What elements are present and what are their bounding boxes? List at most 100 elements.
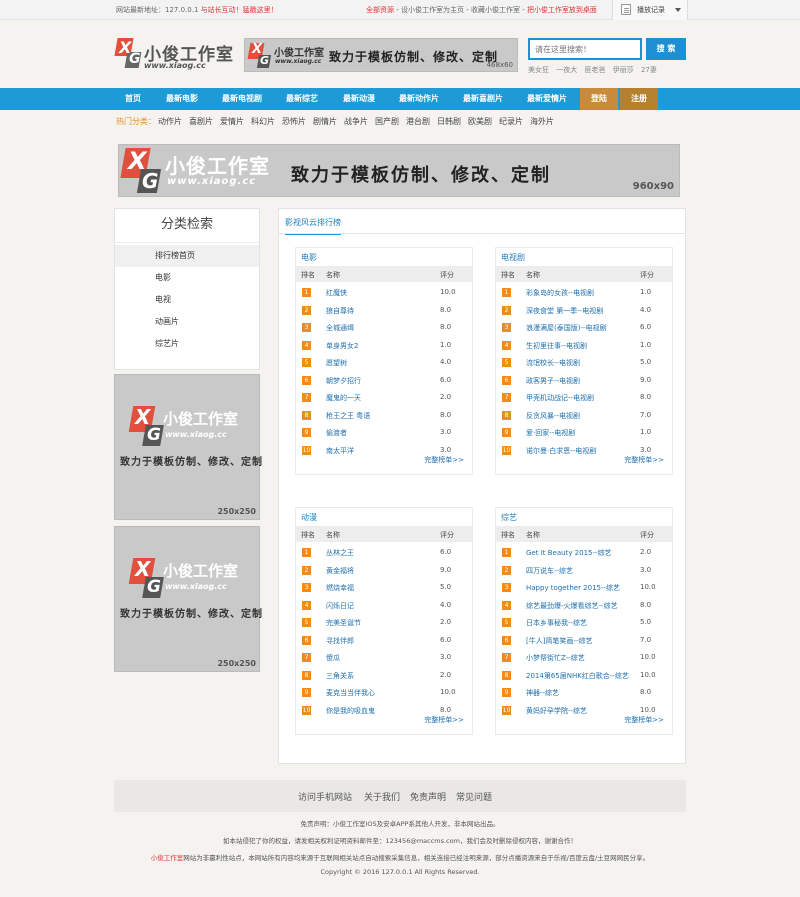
nav-item-movies[interactable]: 最新电影 (154, 88, 210, 110)
title-link[interactable]: 傻瓜 (326, 653, 340, 663)
title-link[interactable]: 生初里往事--电视剧 (526, 341, 587, 351)
sidebar-item-movies[interactable]: 电影 (115, 267, 259, 289)
sidebar-item-variety[interactable]: 综艺片 (115, 333, 259, 355)
title-link[interactable]: 燃烧幸福 (326, 583, 354, 593)
block-title[interactable]: 动漫 (301, 512, 317, 523)
footer-link-about[interactable]: 关于我们 (364, 790, 400, 803)
title-link[interactable]: 朝梦夕招行 (326, 376, 361, 386)
title-link[interactable]: 流氓校长--电视剧 (526, 358, 580, 368)
site-logo[interactable]: X G 小俊工作室 www.xiaog.cc (114, 38, 242, 72)
sidebar-item-rank-home[interactable]: 排行榜首页 (115, 245, 259, 267)
title-link[interactable]: 反贪风暴--电视剧 (526, 411, 580, 421)
set-home-link[interactable]: - 设小俊工作室为主页 - 收藏小俊工作室 - (394, 6, 527, 14)
title-link[interactable]: 彩象岛的女孩--电视剧 (526, 288, 594, 298)
title-link[interactable]: 南太平洋 (326, 446, 354, 456)
full-list-link[interactable]: 完整榜单>> (624, 455, 664, 465)
sidebar-item-anime[interactable]: 动画片 (115, 311, 259, 333)
title-link[interactable]: 三角关系 (326, 671, 354, 681)
all-resources-link[interactable]: 全部资源 (366, 6, 394, 14)
footer-link-mobile[interactable]: 访问手机网站 (298, 790, 352, 803)
title-link[interactable]: 红魔侠 (326, 288, 347, 298)
title-link[interactable]: 丛林之王 (326, 548, 354, 558)
category-link[interactable]: 海外片 (530, 117, 554, 126)
hot-word-link[interactable]: 美女狂 (528, 66, 549, 74)
title-link[interactable]: 愿望树 (326, 358, 347, 368)
full-list-link[interactable]: 完整榜单>> (424, 455, 464, 465)
register-button[interactable]: 注册 (620, 88, 658, 110)
nav-item-home[interactable]: 首页 (114, 88, 152, 110)
title-link[interactable]: 你是我的吸血鬼 (326, 706, 375, 716)
ad-size: 250x250 (217, 507, 256, 516)
title-link[interactable]: 魔鬼的一天 (326, 393, 361, 403)
category-link[interactable]: 战争片 (344, 117, 368, 126)
title-link[interactable]: 日本乡事秘我--综艺 (526, 618, 587, 628)
title-link[interactable]: 神器--综艺 (526, 688, 559, 698)
block-title[interactable]: 电视剧 (501, 252, 525, 263)
nav-item-anime[interactable]: 最新动漫 (332, 88, 386, 110)
title-link[interactable]: 诺尔曼·白求恩--电视剧 (526, 446, 596, 456)
title-link[interactable]: 狼自尊待 (326, 306, 354, 316)
category-link[interactable]: 动作片 (158, 117, 182, 126)
category-link[interactable]: 港台剧 (406, 117, 430, 126)
title-link[interactable]: 麦克当当伴我心 (326, 688, 375, 698)
search-input[interactable] (528, 38, 642, 60)
title-link[interactable]: Happy together 2015--综艺 (526, 583, 620, 593)
table-row: 4 生初里往事--电视剧 1.0 (496, 337, 672, 355)
history-dropdown[interactable]: 播放记录 (612, 0, 688, 20)
title-link[interactable]: 甲壳机动战记--电视剧 (526, 393, 594, 403)
nav-item-variety[interactable]: 最新综艺 (274, 88, 330, 110)
nav-item-romance[interactable]: 最新爱情片 (516, 88, 578, 110)
title-link[interactable]: Get It Beauty 2015--综艺 (526, 548, 612, 558)
title-link[interactable]: 偷渡者 (326, 428, 347, 438)
footer-link-faq[interactable]: 常见问题 (456, 790, 492, 803)
title-link[interactable]: 黄妈好孕学院--综艺 (526, 706, 587, 716)
category-link[interactable]: 恐怖片 (282, 117, 306, 126)
nav-item-tv[interactable]: 最新电视剧 (212, 88, 272, 110)
nav-item-comedy[interactable]: 最新喜剧片 (452, 88, 514, 110)
full-list-link[interactable]: 完整榜单>> (424, 715, 464, 725)
category-link[interactable]: 爱情片 (220, 117, 244, 126)
desktop-link[interactable]: 把小俊工作室放到桌面 (527, 6, 597, 14)
sidebar-ad[interactable]: X G 小俊工作室 www.xiaog.cc 致力于模板仿制、修改、定制 250… (114, 526, 262, 672)
title-link[interactable]: 完美圣诞节 (326, 618, 361, 628)
full-list-link[interactable]: 完整榜单>> (624, 715, 664, 725)
header-banner-ad[interactable]: X G 小俊工作室 www.xiaog.cc 致力于模板仿制、修改、定制 468… (244, 38, 518, 72)
title-link[interactable]: 综艺最劲爆-火爆看综艺--综艺 (526, 601, 618, 611)
sidebar-ad[interactable]: X G 小俊工作室 www.xiaog.cc 致力于模板仿制、修改、定制 250… (114, 374, 262, 520)
title-link[interactable]: [牛人]简笔笑画--综艺 (526, 636, 593, 646)
category-link[interactable]: 纪录片 (499, 117, 523, 126)
category-link[interactable]: 国产剧 (375, 117, 399, 126)
title-link[interactable]: 小梦帮街忙Z--综艺 (526, 653, 585, 663)
category-link[interactable]: 日韩剧 (437, 117, 461, 126)
title-link[interactable]: 浪漫满屋(泰国版)--电视剧 (526, 323, 607, 333)
title-link[interactable]: 四万说车--综艺 (526, 566, 573, 576)
title-link[interactable]: 寻找伴郎 (326, 636, 354, 646)
nav-item-action[interactable]: 最新动作片 (388, 88, 450, 110)
site-address-note-link[interactable]: 与站长互动！猛戳这里！ (198, 6, 278, 14)
title-link[interactable]: 枪王之王 粤语 (326, 411, 370, 421)
hot-word-link[interactable]: 一夜大 (556, 66, 577, 74)
hot-word-link[interactable]: 匪老爸 (584, 66, 605, 74)
title-link[interactable]: 黄金福将 (326, 566, 354, 576)
block-title[interactable]: 电影 (301, 252, 317, 263)
login-button[interactable]: 登陆 (580, 88, 618, 110)
title-link[interactable]: 全城通缉 (326, 323, 354, 333)
title-link[interactable]: 政客男子--电视剧 (526, 376, 580, 386)
hot-word-link[interactable]: 伊丽莎 (613, 66, 634, 74)
category-link[interactable]: 喜剧片 (189, 117, 213, 126)
block-title[interactable]: 综艺 (501, 512, 517, 523)
category-link[interactable]: 欧美剧 (468, 117, 492, 126)
sidebar-item-tv[interactable]: 电视 (115, 289, 259, 311)
title-link[interactable]: 爱·回家--电视剧 (526, 428, 575, 438)
category-link[interactable]: 科幻片 (251, 117, 275, 126)
title-link[interactable]: 闪烁日记 (326, 601, 354, 611)
title-link[interactable]: 单身男女2 (326, 341, 358, 351)
hot-word-link[interactable]: 27妻 (641, 66, 657, 74)
footer-link-disclaimer[interactable]: 免责声明 (410, 790, 446, 803)
title-link[interactable]: 2014第65届NHK红白歌合--综艺 (526, 671, 629, 681)
title-link[interactable]: 深夜食堂 第一季--电视剧 (526, 306, 603, 316)
category-link[interactable]: 剧情片 (313, 117, 337, 126)
table-row: 5 流氓校长--电视剧 5.0 (496, 354, 672, 372)
search-button[interactable]: 搜 索 (646, 38, 686, 60)
top-banner-ad[interactable]: X G 小俊工作室 www.xiaog.cc 致力于模板仿制、修改、定制 960… (118, 144, 680, 197)
